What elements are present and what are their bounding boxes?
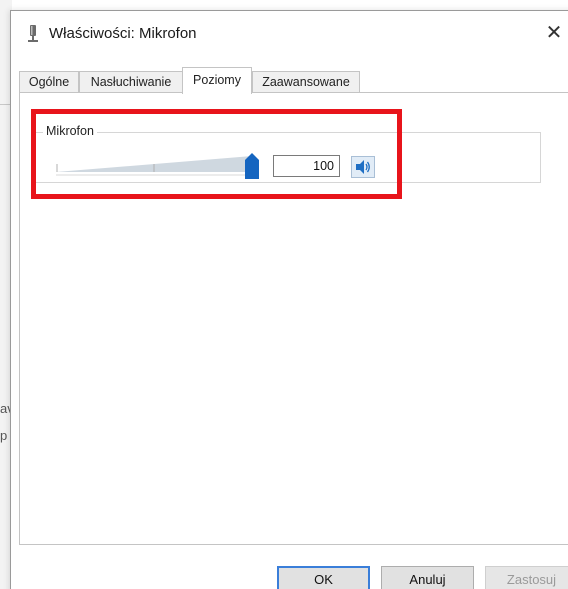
highlight-box (31, 109, 402, 199)
close-button[interactable]: ✕ (541, 19, 567, 47)
microphone-icon (28, 25, 38, 42)
tab-levels[interactable]: Poziomy (182, 67, 252, 94)
apply-button[interactable]: Zastosuj (485, 566, 568, 589)
tab-listen[interactable]: Nasłuchiwanie (79, 71, 183, 92)
tab-advanced[interactable]: Zaawansowane (252, 71, 360, 92)
cancel-button[interactable]: Anuluj (381, 566, 474, 589)
ok-button[interactable]: OK (277, 566, 370, 589)
tab-general[interactable]: Ogólne (19, 71, 79, 92)
screen: av p Właściwości: Mikrofon ✕ Ogólne Nasł… (0, 0, 568, 589)
background-text-fragment: p (0, 428, 8, 443)
title-bar: Właściwości: Mikrofon ✕ (11, 11, 568, 57)
window-title: Właściwości: Mikrofon (49, 25, 197, 42)
properties-dialog: Właściwości: Mikrofon ✕ Ogólne Nasłuchiw… (10, 10, 568, 589)
